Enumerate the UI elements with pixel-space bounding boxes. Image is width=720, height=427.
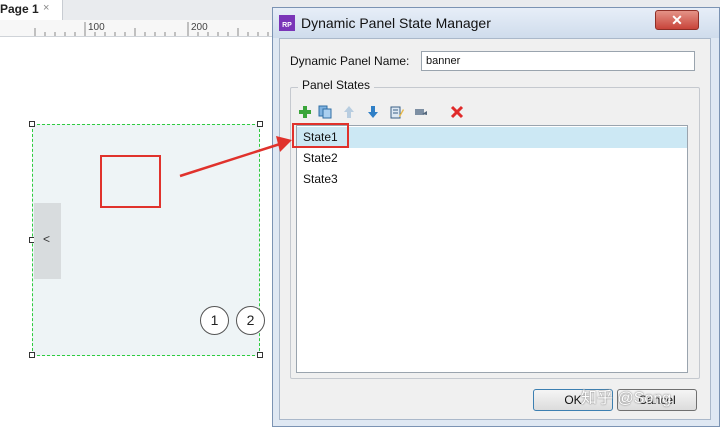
resize-handle[interactable] (29, 121, 35, 127)
duplicate-icon[interactable] (318, 105, 332, 119)
delete-icon[interactable] (450, 105, 464, 119)
annotation-highlight-state1 (292, 123, 349, 148)
close-button[interactable]: ✕ (655, 10, 699, 30)
pager-dot-1[interactable]: 1 (200, 306, 229, 335)
panel-states-list[interactable]: State1 State2 State3 (296, 125, 688, 373)
tab-page-1[interactable]: Page 1 × (0, 0, 63, 20)
ruler-label-100: 100 (88, 22, 105, 33)
add-icon[interactable] (298, 105, 312, 119)
resize-handle[interactable] (257, 352, 263, 358)
list-item-state3[interactable]: State3 (297, 169, 687, 190)
pager-dot-2[interactable]: 2 (236, 306, 265, 335)
resize-handle[interactable] (257, 121, 263, 127)
panel-name-input[interactable] (421, 51, 695, 71)
dialog-title: Dynamic Panel State Manager (301, 15, 491, 31)
list-item-state1[interactable]: State1 (297, 127, 687, 148)
axure-app-icon: RP (279, 15, 295, 31)
move-down-icon[interactable] (366, 105, 380, 119)
watermark-text: 知乎 @Song (581, 390, 672, 407)
close-icon[interactable]: × (43, 2, 49, 14)
dynamic-panel-state-manager-dialog: RP Dynamic Panel State Manager ✕ Dynamic… (272, 7, 720, 427)
move-up-icon[interactable] (342, 105, 356, 119)
panel-states-label: Panel States (298, 78, 375, 92)
panel-name-label: Dynamic Panel Name: (290, 54, 410, 68)
annotation-highlight-box (100, 155, 161, 208)
dialog-titlebar[interactable]: RP Dynamic Panel State Manager ✕ (273, 8, 719, 38)
list-item-state2[interactable]: State2 (297, 148, 687, 169)
edit-all-states-icon[interactable] (414, 105, 428, 119)
resize-handle[interactable] (29, 352, 35, 358)
dialog-body: Dynamic Panel Name: Panel States State1 … (279, 38, 711, 420)
ruler-label-200: 200 (191, 22, 208, 33)
edit-state-icon[interactable] (390, 105, 404, 119)
page-tab-label: Page 1 (0, 2, 39, 16)
chevron-left-icon: < (43, 232, 51, 246)
